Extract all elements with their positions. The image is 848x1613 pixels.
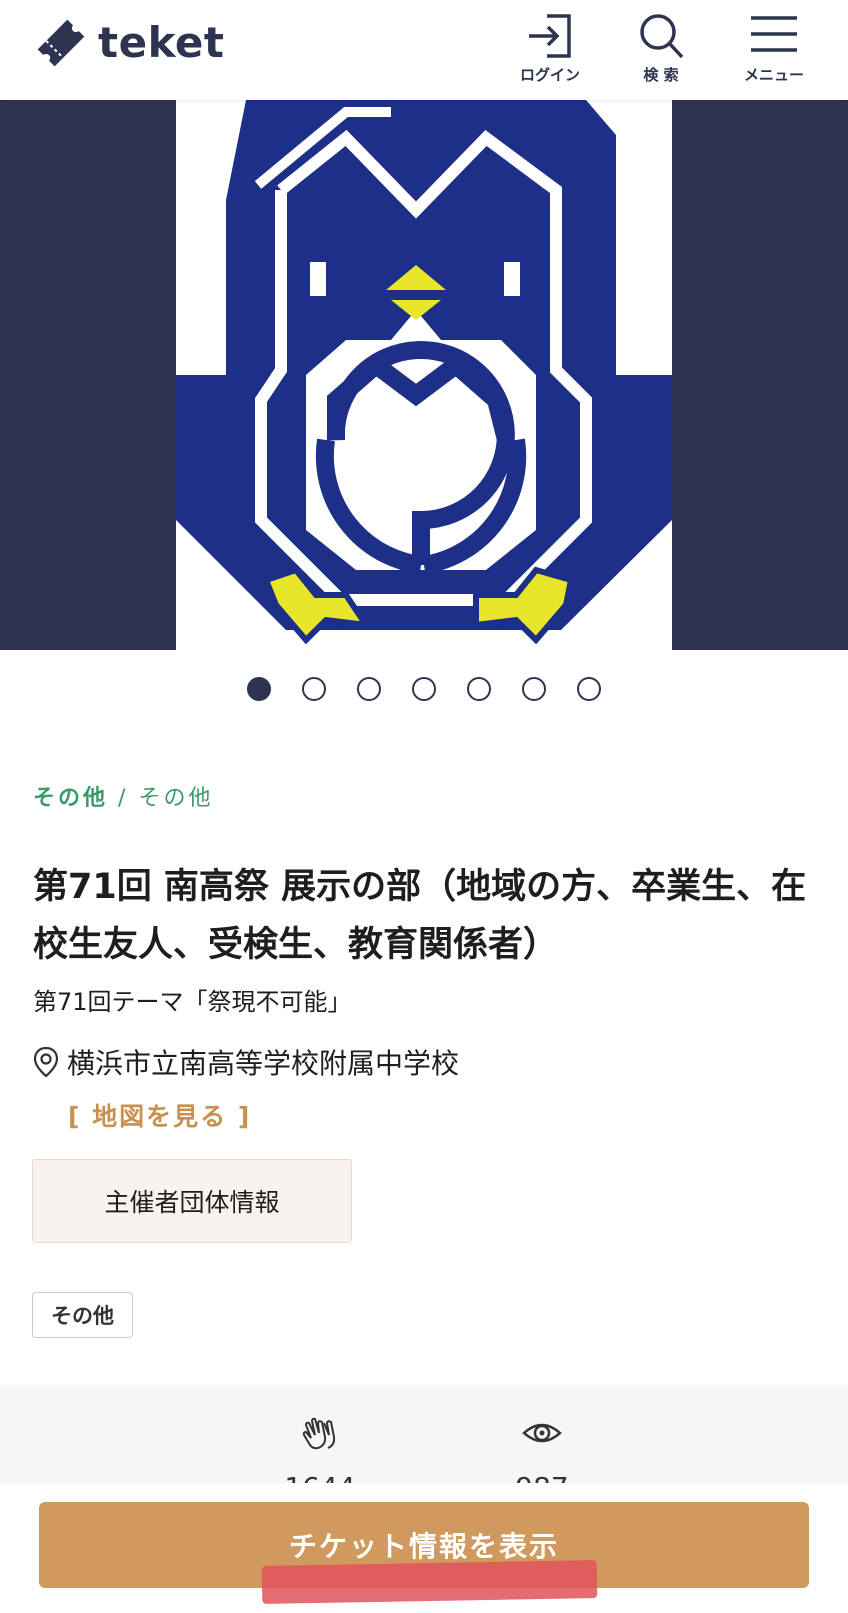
organizer-info-button[interactable]: 主催者団体情報 (32, 1159, 352, 1243)
event-title: 第71回 南高祭 展示の部（地域の方、卒業生、在校生友人、受検生、教育関係者） (33, 867, 807, 965)
menu-label: メニュー (743, 66, 804, 84)
view-map-link[interactable]: [ 地図を見る ] (68, 1097, 251, 1133)
map-pin-icon (33, 1046, 59, 1078)
search-button[interactable]: 検 索 (616, 12, 706, 85)
carousel-dot-4[interactable] (412, 677, 436, 701)
breadcrumb-separator: / (118, 786, 129, 811)
eye-icon (522, 1423, 562, 1443)
breadcrumb-subcategory[interactable]: その他 (138, 786, 213, 811)
menu-button[interactable]: メニュー (729, 12, 819, 85)
event-subtitle: 第71回テーマ「祭現不可能」 (33, 988, 352, 1016)
login-label: ログイン (519, 66, 580, 84)
carousel-dot-7[interactable] (577, 677, 601, 701)
carousel-dot-1[interactable] (247, 677, 271, 701)
highlight-underline-mark (261, 1560, 598, 1604)
venue-name: 横浜市立南高等学校附属中学校 (67, 1047, 460, 1080)
breadcrumb: その他 / その他 (33, 780, 213, 812)
search-icon (640, 14, 684, 59)
login-icon (529, 14, 571, 58)
event-image-carousel[interactable] (0, 100, 848, 650)
event-venue: 横浜市立南高等学校附属中学校 (33, 1042, 459, 1082)
penguin-mascot-illustration (176, 100, 672, 645)
logo-text: teket (98, 18, 225, 67)
penguin-event-image (176, 100, 672, 650)
login-button[interactable]: ログイン (505, 12, 595, 85)
teket-logo[interactable]: teket (30, 12, 224, 74)
clap-hands-icon (302, 1417, 336, 1450)
site-header: teket ログイン 検 索 メニュー (0, 0, 848, 100)
hamburger-menu-icon (751, 16, 797, 52)
search-label: 検 索 (643, 66, 679, 84)
bottom-action-bar: チケット情報を表示 (0, 1483, 848, 1613)
carousel-dot-6[interactable] (522, 677, 546, 701)
category-tag[interactable]: その他 (32, 1292, 133, 1338)
breadcrumb-category[interactable]: その他 (33, 786, 108, 811)
carousel-dot-2[interactable] (302, 677, 326, 701)
carousel-dots (0, 677, 848, 701)
carousel-dot-3[interactable] (357, 677, 381, 701)
carousel-dot-5[interactable] (467, 677, 491, 701)
ticket-logo-icon (37, 19, 85, 67)
